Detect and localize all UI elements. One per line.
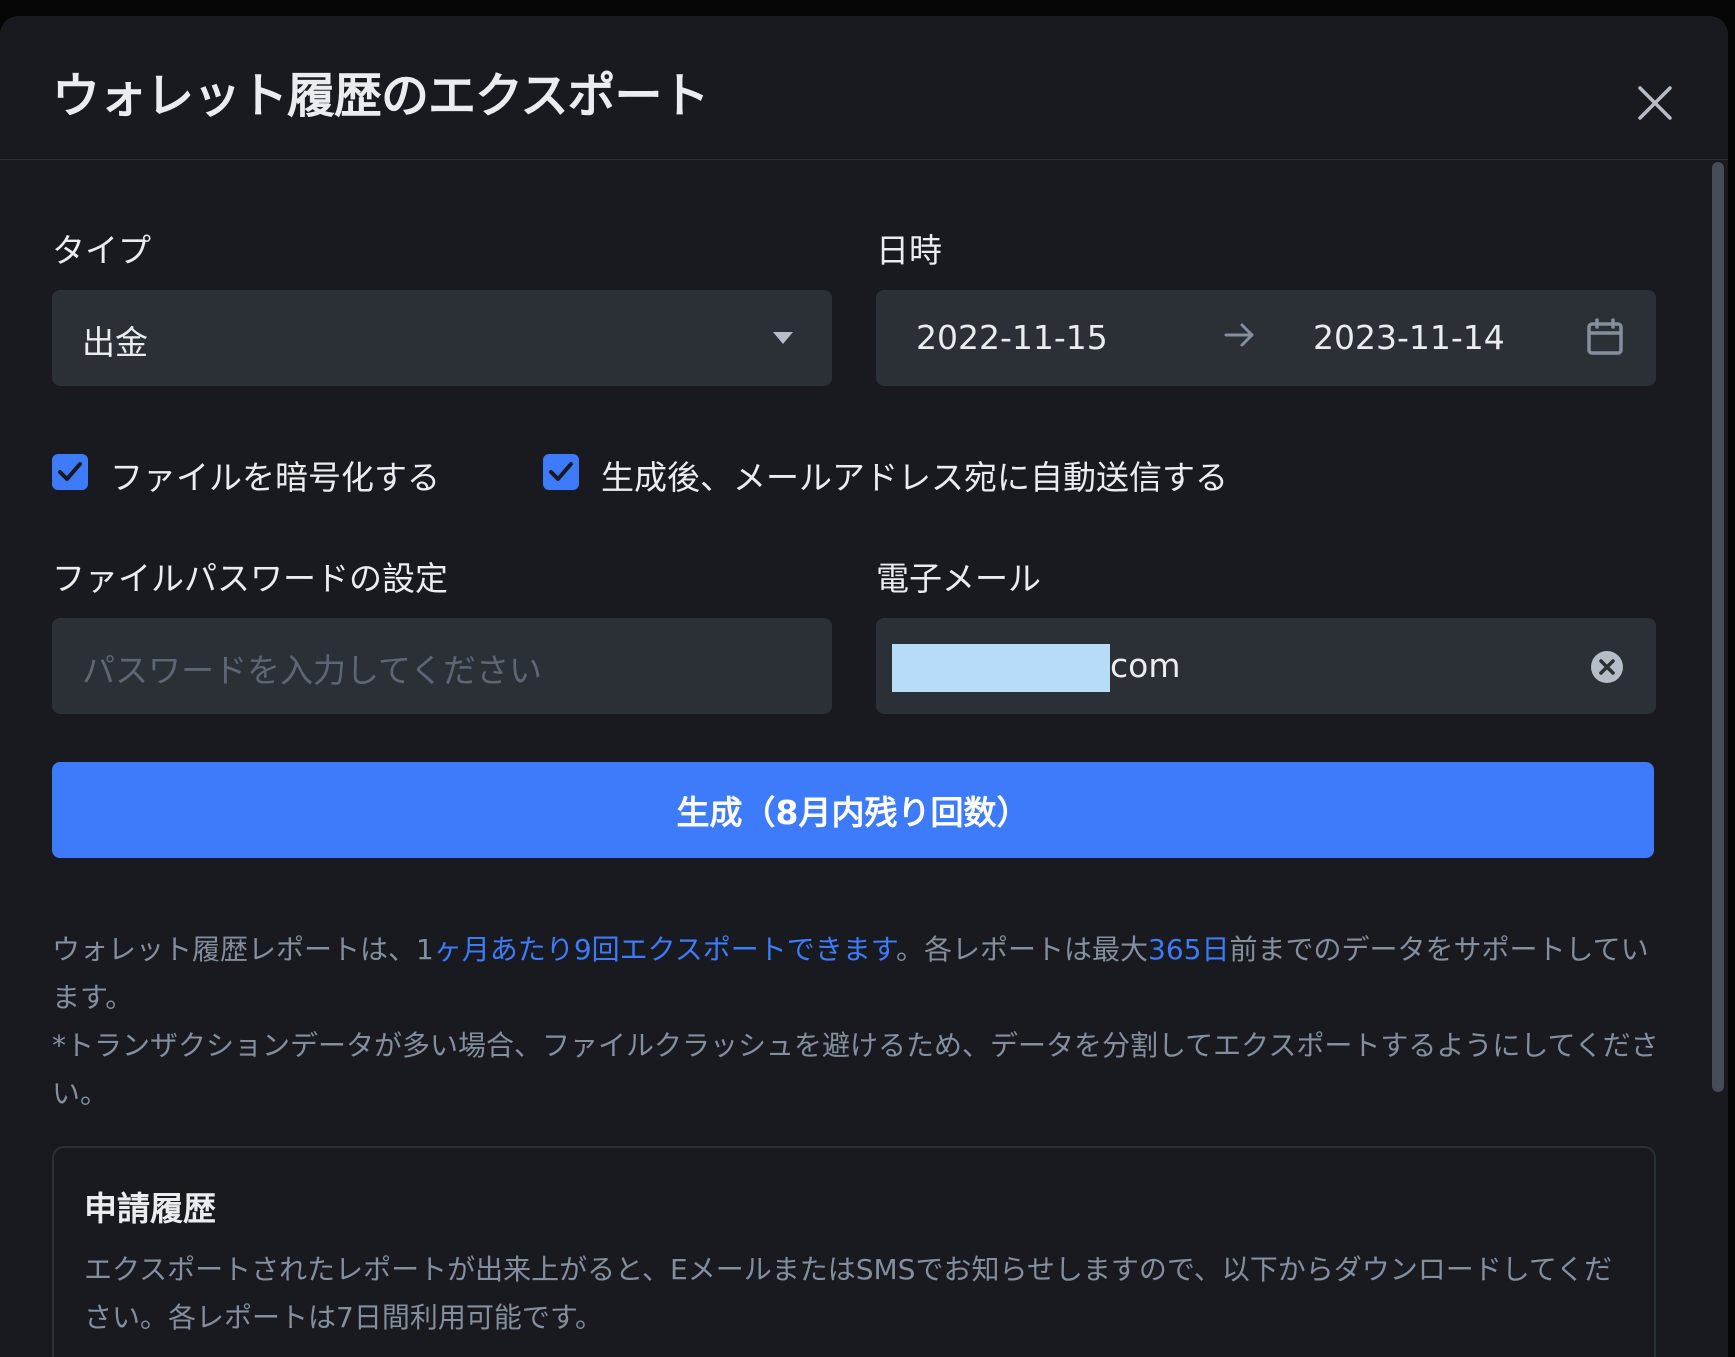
type-select-value: 出金 — [82, 323, 148, 362]
calendar-icon[interactable] — [1586, 318, 1624, 360]
split-data-note: *トランザクションデータが多い場合、ファイルクラッシュを避けるため、データを分割… — [52, 1029, 1659, 1110]
email-value-suffix: com — [1110, 646, 1181, 685]
modal-title: ウォレット履歴のエクスポート — [52, 68, 710, 124]
type-label: タイプ — [52, 231, 151, 270]
close-icon[interactable] — [1636, 84, 1674, 122]
export-limit-note: ウォレット履歴レポートは、1ヶ月あたり9回エクスポートできます。各レポートは最大… — [52, 926, 1662, 1022]
auto-send-email-label[interactable]: 生成後、メールアドレス宛に自動送信する — [601, 451, 1228, 499]
encrypt-file-label[interactable]: ファイルを暗号化する — [110, 451, 440, 499]
generate-button[interactable]: 生成（8月内残り回数） — [52, 762, 1654, 858]
chevron-down-icon — [772, 330, 794, 349]
arrow-right-icon — [1224, 322, 1256, 352]
generate-button-label: 生成（8月内残り回数） — [676, 793, 1030, 832]
clear-icon[interactable] — [1590, 650, 1624, 688]
auto-send-email-checkbox[interactable] — [543, 454, 579, 490]
note-text: 。各レポートは最大 — [896, 933, 1149, 966]
file-password-placeholder: パスワードを入力してください — [82, 651, 543, 690]
redacted-email-block — [892, 644, 1110, 692]
scrollbar-thumb[interactable] — [1712, 162, 1724, 1092]
encrypt-file-checkbox[interactable] — [52, 454, 88, 490]
request-history-description: エクスポートされたレポートが出来上がると、EメールまたはSMSでお知らせしますの… — [84, 1253, 1613, 1334]
note-highlight-limit: ヶ月あたり9回エクスポートできます — [433, 933, 897, 966]
export-wallet-history-modal: ウォレット履歴のエクスポート タイプ 出金 日時 2022-11-15 2023… — [0, 16, 1728, 1357]
date-label: 日時 — [876, 231, 942, 270]
note-highlight-days: 365日 — [1148, 933, 1230, 966]
end-date-input[interactable]: 2023-11-14 — [1313, 318, 1505, 357]
type-select[interactable]: 出金 — [52, 290, 832, 386]
email-label: 電子メール — [876, 559, 1041, 598]
file-password-input[interactable]: パスワードを入力してください — [52, 618, 832, 714]
request-history-title: 申請履歴 — [84, 1189, 216, 1228]
start-date-input[interactable]: 2022-11-15 — [916, 318, 1108, 357]
modal-header: ウォレット履歴のエクスポート — [0, 16, 1728, 160]
date-range-picker: 2022-11-15 2023-11-14 — [876, 290, 1656, 386]
request-history-panel: 申請履歴 エクスポートされたレポートが出来上がると、EメールまたはSMSでお知ら… — [52, 1146, 1656, 1357]
note-text: ウォレット履歴レポートは、1 — [52, 933, 434, 966]
file-password-label: ファイルパスワードの設定 — [52, 559, 448, 598]
